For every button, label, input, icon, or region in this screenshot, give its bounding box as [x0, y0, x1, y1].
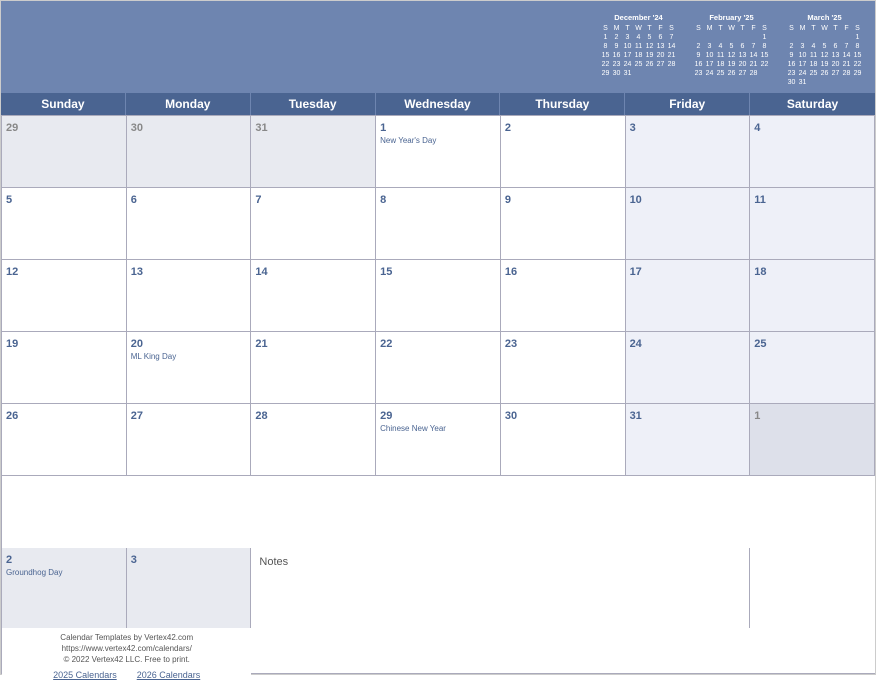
day-cell: 25 [750, 332, 875, 404]
day-cell: 24 [626, 332, 751, 404]
mini-calendars: December '24SMTWTFS123456789101112131415… [600, 13, 863, 87]
day-cell: 7 [251, 188, 376, 260]
calendar-grid: 2930311New Year's Day2345678910111213141… [1, 115, 875, 548]
day-number: 4 [754, 122, 760, 134]
day-cell: 4 [750, 116, 875, 188]
day-cell: 11 [750, 188, 875, 260]
day-cell: 31 [626, 404, 751, 476]
event-label: New Year's Day [380, 136, 496, 146]
day-cell: 2 [501, 116, 626, 188]
day-number: 22 [380, 338, 392, 350]
bottom-day-2: 2 Groundhog Day [2, 548, 127, 628]
day-cell: 5 [2, 188, 127, 260]
day-cell: 12 [2, 260, 127, 332]
day-number: 9 [505, 194, 511, 206]
day-cell: 6 [127, 188, 252, 260]
day-number: 29 [380, 410, 392, 422]
day-number: 28 [255, 410, 267, 422]
day-number: 14 [255, 266, 267, 278]
day-cell: 28 [251, 404, 376, 476]
day-cell: 14 [251, 260, 376, 332]
day-cell: 15 [376, 260, 501, 332]
day-cell: 16 [501, 260, 626, 332]
day-number: 13 [131, 266, 143, 278]
day-number: 6 [131, 194, 137, 206]
day-cell: 10 [626, 188, 751, 260]
day-cell: 29 Chinese New Year [376, 404, 501, 476]
day-cell: 1 [750, 404, 875, 476]
day-number: 20 [131, 338, 143, 350]
calendar-wrapper: December '24SMTWTFS123456789101112131415… [0, 0, 876, 675]
day-number: 8 [380, 194, 386, 206]
day-number: 30 [131, 122, 143, 134]
notes-cell: Notes [251, 548, 750, 628]
day-header-tuesday: Tuesday [251, 93, 376, 115]
day-number: 1 [380, 122, 386, 134]
day-cell: 1 New Year's Day [376, 116, 501, 188]
day-number: 21 [255, 338, 267, 350]
attribution-text: Calendar Templates by Vertex42.comhttps:… [60, 632, 193, 666]
day-cell: 29 [2, 116, 127, 188]
day-cell: 30 [501, 404, 626, 476]
day-cell: 20 ML King Day [127, 332, 252, 404]
day-cell: 18 [750, 260, 875, 332]
day-header-saturday: Saturday [750, 93, 875, 115]
day-number: 3 [131, 554, 137, 566]
day-number: 19 [6, 338, 18, 350]
day-number: 25 [754, 338, 766, 350]
day-number: 30 [505, 410, 517, 422]
day-cell: 8 [376, 188, 501, 260]
mini-cal-1: February '25SMTWTFS123456789101112131415… [693, 13, 770, 87]
day-cell: 31 [251, 116, 376, 188]
bottom-row: 2 Groundhog Day 3 Notes Calendar Templates b… [1, 548, 875, 674]
day-number: 15 [380, 266, 392, 278]
day-cell: 17 [626, 260, 751, 332]
day-number: 26 [6, 410, 18, 422]
event-label: Groundhog Day [6, 568, 122, 578]
mini-cal-2: March '25SMTWTFS123456789101112131415161… [786, 13, 863, 87]
day-number: 2 [6, 554, 12, 566]
day-number: 7 [255, 194, 261, 206]
day-number: 31 [630, 410, 642, 422]
day-header-friday: Friday [625, 93, 750, 115]
event-label: Chinese New Year [380, 424, 496, 434]
day-number: 18 [754, 266, 766, 278]
mini-cal-0: December '24SMTWTFS123456789101112131415… [600, 13, 677, 87]
day-header-thursday: Thursday [500, 93, 625, 115]
day-cell: 27 [127, 404, 252, 476]
day-number: 27 [131, 410, 143, 422]
day-cell: 13 [127, 260, 252, 332]
day-cell: 23 [501, 332, 626, 404]
day-header-wednesday: Wednesday [376, 93, 501, 115]
day-cell: 3 [626, 116, 751, 188]
day-number: 12 [6, 266, 18, 278]
attribution-cell: Calendar Templates by Vertex42.comhttps:… [2, 628, 251, 684]
day-number: 17 [630, 266, 642, 278]
day-cell: 22 [376, 332, 501, 404]
day-headers-row: SundayMondayTuesdayWednesdayThursdayFrid… [1, 93, 875, 115]
day-number: 3 [630, 122, 636, 134]
day-header-sunday: Sunday [1, 93, 126, 115]
day-number: 16 [505, 266, 517, 278]
day-cell: 26 [2, 404, 127, 476]
day-number: 5 [6, 194, 12, 206]
day-cell: 9 [501, 188, 626, 260]
bottom-day-3: 3 [127, 548, 252, 628]
day-number: 2 [505, 122, 511, 134]
day-cell: 30 [127, 116, 252, 188]
day-cell: 21 [251, 332, 376, 404]
day-number: 31 [255, 122, 267, 134]
event-label: ML King Day [131, 352, 247, 362]
day-number: 24 [630, 338, 642, 350]
day-cell: 19 [2, 332, 127, 404]
day-number: 10 [630, 194, 642, 206]
day-number: 11 [754, 194, 766, 206]
notes-label: Notes [259, 556, 288, 568]
day-number: 1 [754, 410, 760, 422]
calendar-header: December '24SMTWTFS123456789101112131415… [1, 1, 875, 93]
day-number: 23 [505, 338, 517, 350]
day-number: 29 [6, 122, 18, 134]
day-header-monday: Monday [126, 93, 251, 115]
